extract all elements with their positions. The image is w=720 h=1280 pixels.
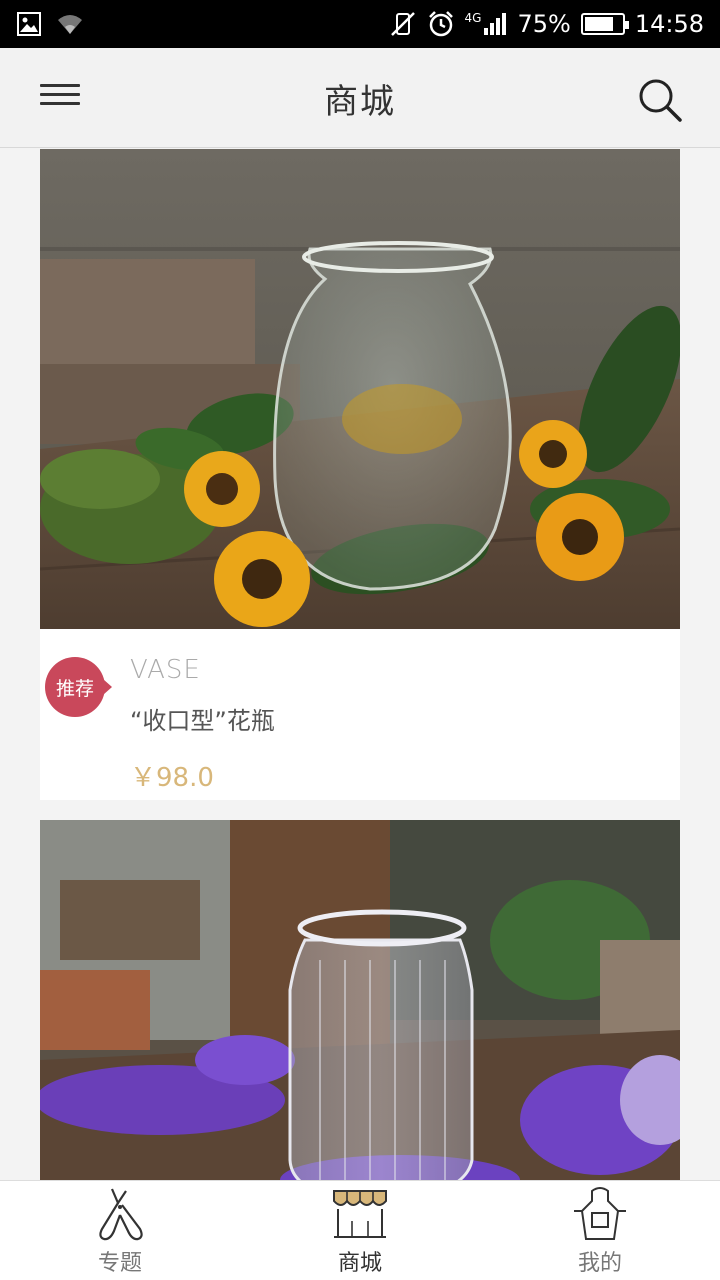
pruning-shears-icon	[99, 1188, 143, 1241]
product-name: “收口型”花瓶	[130, 707, 275, 735]
sunflower-4	[536, 493, 624, 581]
nav-item-mine[interactable]: 我的	[480, 1181, 720, 1280]
product-image-vase-sunflowers	[39, 149, 682, 629]
product-card[interactable]	[35, 820, 700, 1180]
sunflower-3	[519, 420, 587, 488]
nav-label-shop: 商城	[337, 1251, 382, 1276]
product-list: 推荐 VASE “收口型”花瓶 ￥98.0	[0, 149, 720, 1180]
wifi-icon	[58, 15, 82, 34]
signal-indicator: 4G	[465, 12, 508, 36]
status-bar: 4G 75% 14:58	[0, 0, 720, 48]
sunflower-1	[184, 451, 260, 527]
network-type: 4G	[464, 11, 482, 25]
app-bar: 商城	[0, 48, 720, 148]
nav-label-mine: 我的	[577, 1251, 622, 1276]
status-left	[16, 11, 84, 37]
page-title: 商城	[324, 82, 396, 122]
nav-item-topics[interactable]: 专题	[0, 1181, 240, 1280]
storefront-icon	[333, 1190, 387, 1238]
status-right: 4G 75% 14:58	[389, 10, 704, 38]
product-price: ￥98.0	[130, 763, 214, 793]
battery-icon	[580, 13, 629, 35]
product-info: 推荐 VASE “收口型”花瓶 ￥98.0	[40, 633, 680, 804]
search-icon[interactable]	[636, 76, 684, 124]
image-notification-icon	[17, 12, 41, 36]
recommend-badge: 推荐	[45, 657, 112, 717]
product-image-jar-purple-flowers	[35, 820, 700, 1180]
vibrate-off-icon	[390, 12, 415, 36]
nav-label-topics: 专题	[97, 1251, 142, 1276]
bottom-nav: 专题 商城 我的	[0, 1180, 720, 1280]
sunflower-2	[214, 531, 310, 627]
clock: 14:58	[634, 10, 704, 38]
signal-icon	[484, 13, 507, 35]
apron-icon	[574, 1187, 626, 1240]
nav-item-shop[interactable]: 商城	[240, 1181, 480, 1280]
product-card[interactable]: 推荐 VASE “收口型”花瓶 ￥98.0	[39, 149, 682, 800]
battery-percent: 75%	[517, 10, 571, 38]
alarm-icon	[428, 11, 453, 37]
product-brand: VASE	[130, 655, 201, 685]
